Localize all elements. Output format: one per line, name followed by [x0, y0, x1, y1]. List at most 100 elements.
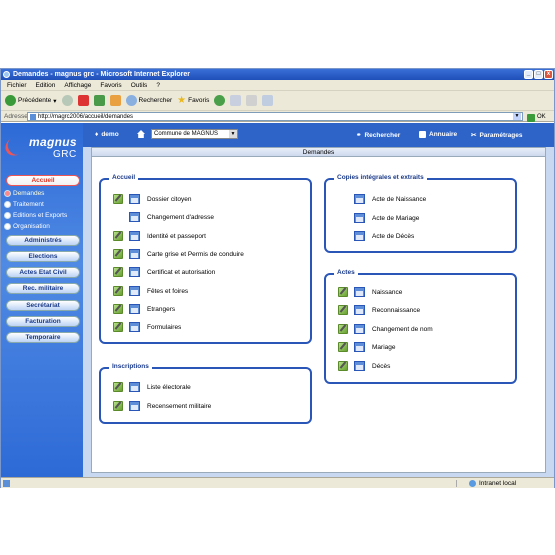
parametrages-link[interactable]: ✂ Paramétrages [471, 131, 522, 140]
calendar-icon[interactable] [129, 286, 140, 296]
calendar-icon[interactable] [354, 324, 365, 334]
item-label[interactable]: Liste électorale [147, 384, 191, 391]
list-item[interactable]: Changement de nom [338, 323, 433, 335]
item-label[interactable]: Recensement militaire [147, 403, 211, 410]
sidebar-item-organisation[interactable]: Organisation [4, 223, 50, 230]
list-item[interactable]: Changement d'adresse [113, 211, 214, 223]
edit-form-icon[interactable] [113, 304, 123, 314]
calendar-icon[interactable] [129, 267, 140, 277]
menu-help[interactable]: ? [156, 80, 160, 90]
calendar-icon[interactable] [354, 287, 365, 297]
sidebar-actes-etat-civil-button[interactable]: Actes Etat Civil [6, 267, 80, 278]
mail-icon[interactable] [230, 95, 242, 106]
calendar-icon[interactable] [129, 212, 140, 222]
sidebar-temporaire-button[interactable]: Temporaire [6, 332, 80, 343]
go-button[interactable]: OK [527, 112, 546, 123]
list-item[interactable]: Identité et passeport [113, 230, 206, 242]
edit-form-icon[interactable] [338, 287, 348, 297]
calendar-icon[interactable] [354, 361, 365, 371]
calendar-icon[interactable] [354, 231, 365, 241]
calendar-icon[interactable] [129, 401, 140, 411]
commune-select[interactable]: Commune de MAGNUS ▼ [151, 129, 238, 139]
edit-form-icon[interactable] [113, 194, 123, 204]
calendar-icon[interactable] [354, 194, 365, 204]
list-item[interactable]: Acte de Décès [338, 230, 414, 242]
edit-form-icon[interactable] [113, 286, 123, 296]
calendar-icon[interactable] [129, 322, 140, 332]
history-icon[interactable] [214, 95, 226, 106]
item-label[interactable]: Acte de Décès [372, 233, 414, 240]
back-button[interactable]: Précédente ▾ [5, 95, 57, 106]
address-input[interactable]: http://magrc2006/accueil/demandes ▼ [27, 112, 523, 121]
item-label[interactable]: Certificat et autorisation [147, 269, 215, 276]
menu-edition[interactable]: Edition [36, 80, 56, 90]
list-item[interactable]: Acte de Naissance [338, 193, 426, 205]
search-button[interactable]: Rechercher [125, 95, 172, 106]
home-icon[interactable] [137, 130, 145, 138]
calendar-icon[interactable] [129, 304, 140, 314]
sidebar-item-traitement[interactable]: Traitement [4, 201, 44, 208]
list-item[interactable]: Reconnaissance [338, 304, 420, 316]
edit-form-icon[interactable] [113, 322, 123, 332]
list-item[interactable]: Fêtes et foires [113, 285, 188, 297]
edit-form-icon[interactable] [113, 249, 123, 259]
item-label[interactable]: Formulaires [147, 324, 181, 331]
edit-form-icon[interactable] [113, 401, 123, 411]
calendar-icon[interactable] [354, 305, 365, 315]
item-label[interactable]: Etrangers [147, 306, 175, 313]
calendar-icon[interactable] [354, 213, 365, 223]
sidebar-secretariat-button[interactable]: Secrétariat [6, 300, 80, 311]
list-item[interactable]: Formulaires [113, 321, 181, 333]
refresh-icon[interactable] [93, 95, 105, 106]
item-label[interactable]: Mariage [372, 344, 395, 351]
edit-form-icon[interactable] [338, 324, 348, 334]
print-icon[interactable] [246, 95, 258, 106]
list-item[interactable]: Dossier citoyen [113, 193, 191, 205]
list-item[interactable]: Décès [338, 360, 390, 372]
menu-outils[interactable]: Outils [131, 80, 148, 90]
stop-icon[interactable] [77, 95, 89, 106]
maximize-button[interactable]: □ [534, 70, 543, 79]
list-item[interactable]: Mariage [338, 341, 395, 353]
edit-form-icon[interactable] [113, 267, 123, 277]
item-label[interactable]: Identité et passeport [147, 233, 206, 240]
calendar-icon[interactable] [129, 194, 140, 204]
favorites-button[interactable]: ★ Favoris [177, 95, 209, 106]
forward-arrow-icon[interactable] [61, 95, 73, 106]
item-label[interactable]: Dossier citoyen [147, 196, 191, 203]
sidebar-item-editions-exports[interactable]: Editions et Exports [4, 212, 67, 219]
item-label[interactable]: Reconnaissance [372, 307, 420, 314]
sidebar-administres-button[interactable]: Administrés [6, 235, 80, 246]
sidebar-accueil-button[interactable]: Accueil [6, 175, 80, 186]
sidebar-elections-button[interactable]: Elections [6, 251, 80, 262]
sidebar-rec-militaire-button[interactable]: Rec. militaire [6, 283, 80, 294]
item-label[interactable]: Acte de Naissance [372, 196, 426, 203]
list-item[interactable]: Acte de Mariage [338, 212, 419, 224]
edit-form-icon[interactable] [113, 382, 123, 392]
list-item[interactable]: Certificat et autorisation [113, 266, 215, 278]
menu-favoris[interactable]: Favoris [100, 80, 121, 90]
sidebar-facturation-button[interactable]: Facturation [6, 316, 80, 327]
edit-form-icon[interactable] [338, 342, 348, 352]
annuaire-link[interactable]: Annuaire [419, 131, 457, 138]
list-item[interactable]: Liste électorale [113, 381, 191, 393]
edit-icon[interactable] [262, 95, 274, 106]
item-label[interactable]: Fêtes et foires [147, 288, 188, 295]
edit-form-icon[interactable] [113, 231, 123, 241]
menu-affichage[interactable]: Affichage [64, 80, 91, 90]
minimize-button[interactable]: _ [524, 70, 533, 79]
calendar-icon[interactable] [354, 342, 365, 352]
rechercher-link[interactable]: ⚭ Rechercher [356, 131, 400, 140]
list-item[interactable]: Carte grise et Permis de conduire [113, 248, 244, 260]
edit-form-icon[interactable] [338, 305, 348, 315]
address-dropdown-icon[interactable]: ▼ [513, 113, 521, 120]
menu-fichier[interactable]: Fichier [7, 80, 27, 90]
home-icon[interactable] [109, 95, 121, 106]
edit-form-icon[interactable] [338, 361, 348, 371]
list-item[interactable]: Recensement militaire [113, 400, 211, 412]
item-label[interactable]: Changement d'adresse [147, 214, 214, 221]
list-item[interactable]: Naissance [338, 286, 402, 298]
item-label[interactable]: Changement de nom [372, 326, 433, 333]
calendar-icon[interactable] [129, 231, 140, 241]
item-label[interactable]: Décès [372, 363, 390, 370]
